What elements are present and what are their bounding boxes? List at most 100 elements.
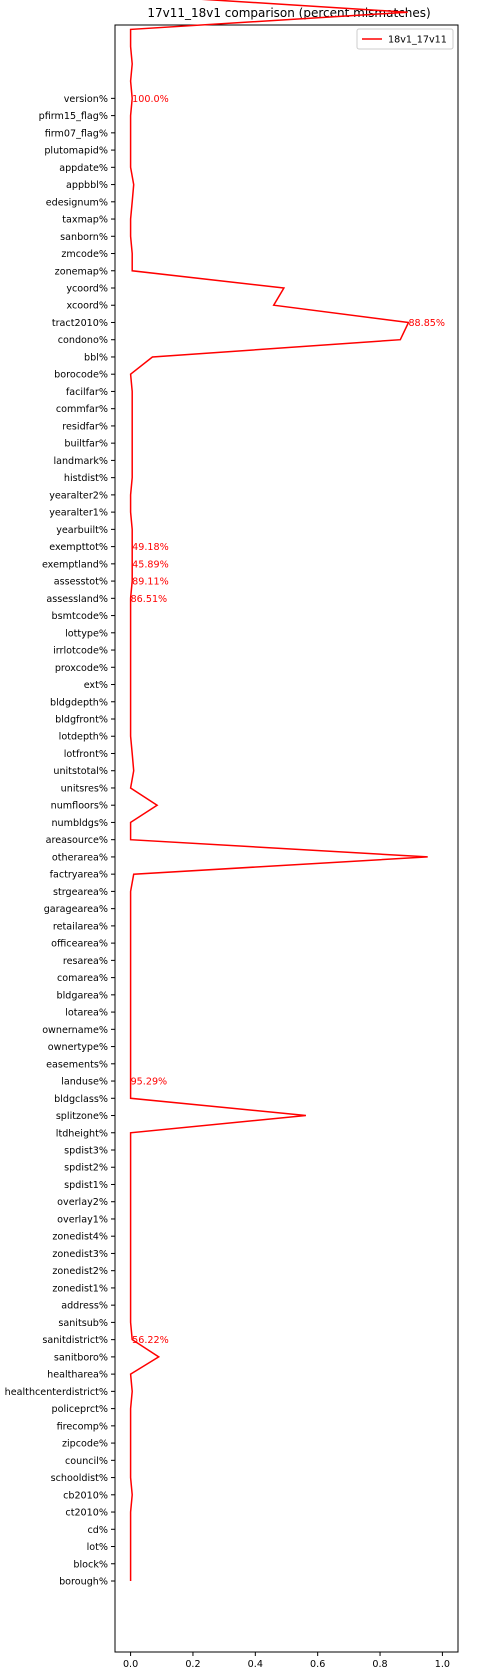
y-tick-label: ycoord% <box>66 284 108 295</box>
y-tick-label: zonedist3% <box>52 1249 108 1260</box>
y-tick-label: splitzone% <box>56 1111 108 1122</box>
x-tick-label: 0.6 <box>310 1659 325 1670</box>
y-tick-label: block% <box>73 1559 108 1570</box>
x-tick-label: 0.8 <box>372 1659 387 1670</box>
y-tick-label: overlay2% <box>57 1197 108 1208</box>
y-tick-label: bldgdepth% <box>50 697 108 708</box>
y-tick-label: ownertype% <box>48 1042 108 1053</box>
y-tick-label: spdist3% <box>64 1146 108 1157</box>
y-tick-label: zonedist4% <box>52 1232 108 1243</box>
y-tick-label: schooldist% <box>51 1473 108 1484</box>
y-tick-label: retailarea% <box>53 921 108 932</box>
y-tick-label: commfar% <box>56 404 108 415</box>
y-tick-label: ext% <box>84 680 108 691</box>
chart: 17v11_18v1 comparison (percent mismatche… <box>5 0 459 1670</box>
y-tick-label: factryarea% <box>50 870 108 881</box>
y-tick-label: edesignum% <box>46 197 108 208</box>
y-tick-label: sanborn% <box>60 232 108 243</box>
y-tick-label: sanitboro% <box>54 1352 108 1363</box>
y-tick-label: unitstotal% <box>53 766 108 777</box>
y-tick-label: proxcode% <box>55 663 108 674</box>
y-tick-label: bldgarea% <box>57 990 108 1001</box>
y-tick-label: healtharea% <box>47 1370 108 1381</box>
y-tick-label: facilfar% <box>66 387 108 398</box>
y-tick-label: plutomapid% <box>44 146 108 157</box>
data-label: 49.18% <box>132 542 169 553</box>
y-tick-label: builtfar% <box>64 439 108 450</box>
y-tick-label: numfloors% <box>51 801 108 812</box>
y-tick-label: yearalter1% <box>49 508 108 519</box>
plot-area <box>114 24 459 1653</box>
y-tick-label: cb2010% <box>63 1490 108 1501</box>
x-tick-label: 0.0 <box>123 1659 138 1670</box>
x-tick-label: 1.0 <box>435 1659 450 1670</box>
data-label: 86.51% <box>131 594 168 605</box>
y-tick-label: ct2010% <box>65 1508 108 1519</box>
legend-label: 18v1_17v11 <box>388 35 447 46</box>
y-tick-label: resarea% <box>63 956 108 967</box>
y-tick-label: taxmap% <box>62 215 108 226</box>
y-tick-label: landuse% <box>61 1077 108 1088</box>
y-tick-label: residfar% <box>62 421 108 432</box>
legend: 18v1_17v11 <box>356 28 454 50</box>
y-tick-label: bldgfront% <box>55 715 108 726</box>
y-tick-label: firecomp% <box>57 1421 108 1432</box>
y-tick-label: version% <box>64 94 108 105</box>
y-tick-label: sanitdistrict% <box>42 1335 108 1346</box>
y-tick-label: bsmtcode% <box>52 611 108 622</box>
y-tick-label: histdist% <box>64 473 108 484</box>
y-tick-label: lotarea% <box>65 1008 108 1019</box>
y-tick-label: tract2010% <box>52 318 108 329</box>
y-tick-label: easements% <box>46 1059 108 1070</box>
y-tick-label: yearbuilt% <box>56 525 108 536</box>
y-tick-label: council% <box>65 1456 108 1467</box>
y-tick-label: otherarea% <box>52 852 108 863</box>
series-line <box>129 0 428 1581</box>
data-label: 89.11% <box>132 577 169 588</box>
y-tick-label: overlay1% <box>57 1214 108 1225</box>
y-tick-label: lot% <box>87 1542 108 1553</box>
y-tick-label: appbbl% <box>66 180 108 191</box>
data-label: 88.85% <box>408 318 445 329</box>
y-tick-label: lotdepth% <box>59 732 108 743</box>
y-tick-label: borocode% <box>54 370 108 381</box>
y-tick-label: cd% <box>88 1525 108 1536</box>
y-tick-label: condono% <box>58 335 108 346</box>
y-tick-label: address% <box>61 1301 108 1312</box>
y-tick-label: xcoord% <box>66 301 108 312</box>
data-label: 56.22% <box>132 1335 169 1346</box>
data-label: 100.0% <box>132 94 169 105</box>
annotations: 100.0% 88.85% 49.18% 45.89% 89.11% 86.51% 95.2… <box>131 94 445 1346</box>
y-tick-label: yearalter2% <box>49 490 108 501</box>
data-label: 45.89% <box>132 559 169 570</box>
y-tick-label: borough% <box>59 1577 108 1588</box>
y-tick-label: bbl% <box>84 352 108 363</box>
y-tick-label: zonemap% <box>55 266 108 277</box>
y-tick-label: assessland% <box>46 594 108 605</box>
y-tick-label: bldgclass% <box>54 1094 108 1105</box>
y-tick-label: exempttot% <box>49 542 108 553</box>
y-tick-label: spdist1% <box>64 1180 108 1191</box>
x-tick-label: 0.4 <box>248 1659 263 1670</box>
y-tick-label: policeprct% <box>52 1404 108 1415</box>
y-tick-label: strgearea% <box>53 887 108 898</box>
y-tick-label: exemptland% <box>42 559 108 570</box>
data-label: 95.29% <box>131 1077 168 1088</box>
y-tick-label: areasource% <box>46 835 108 846</box>
y-tick-label: zmcode% <box>61 249 108 260</box>
y-tick-label: lottype% <box>65 628 108 639</box>
y-tick-label: numbldgs% <box>51 818 108 829</box>
y-tick-label: lotfront% <box>64 749 108 760</box>
y-tick-label: healthcenterdistrict% <box>5 1387 108 1398</box>
y-tick-label: landmark% <box>53 456 108 467</box>
y-tick-label: officearea% <box>51 939 108 950</box>
y-tick-label: comarea% <box>57 973 108 984</box>
y-tick-label: sanitsub% <box>58 1318 108 1329</box>
y-tick-label: firm07_flag% <box>45 128 108 139</box>
y-tick-label: assesstot% <box>54 577 108 588</box>
y-tick-label: pfirm15_flag% <box>39 111 108 122</box>
y-tick-label: unitsres% <box>61 783 108 794</box>
x-tick-label: 0.2 <box>185 1659 200 1670</box>
y-tick-label: garagearea% <box>44 904 108 915</box>
y-tick-label: spdist2% <box>64 1163 108 1174</box>
